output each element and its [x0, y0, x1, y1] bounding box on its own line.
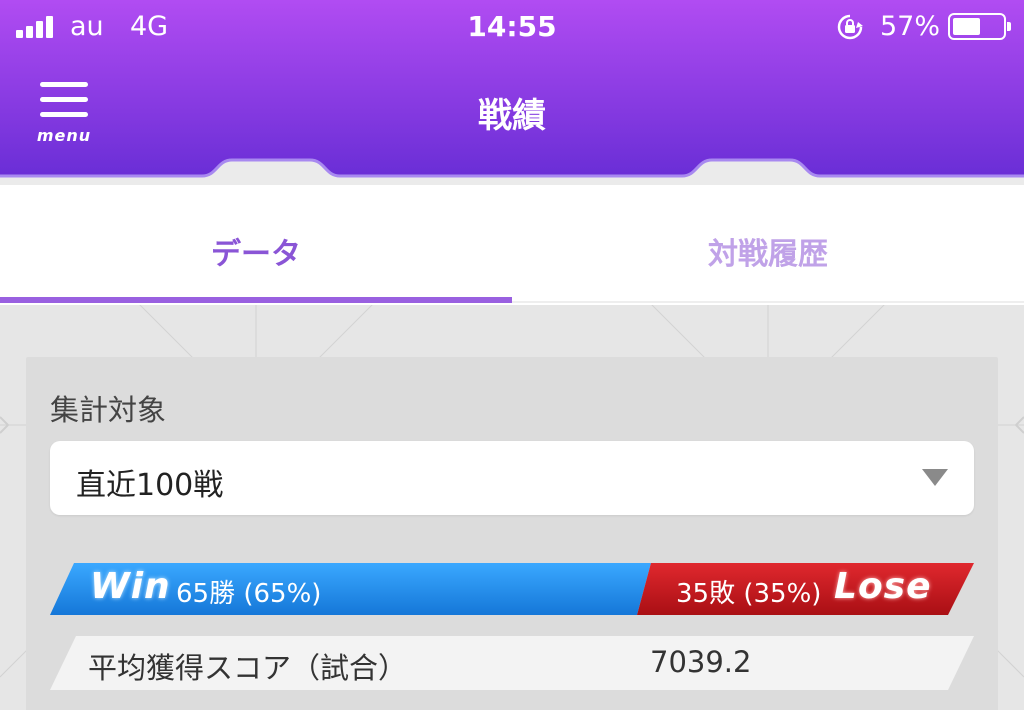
stats-card: 集計対象 直近100戦 Win 65勝 (65%) 35敗 (35%) Lose… — [26, 357, 998, 710]
tab-match-history[interactable]: 対戦履歴 — [512, 185, 1024, 305]
rotation-lock-icon — [837, 14, 863, 40]
stat-label: 平均獲得スコア（試合） — [88, 651, 408, 685]
tab-divider — [512, 301, 1024, 303]
win-count: 65勝 (65%) — [176, 579, 322, 609]
filter-selected-value: 直近100戦 — [76, 468, 224, 503]
app-header: au 4G 14:55 57% menu 戦績 — [0, 0, 1024, 185]
win-lose-bar: Win 65勝 (65%) 35敗 (35%) Lose — [50, 563, 974, 615]
stats-content: 集計対象 直近100戦 Win 65勝 (65%) 35敗 (35%) Lose… — [0, 305, 1024, 710]
battery-percent: 57% — [880, 11, 941, 42]
status-time: 14:55 — [467, 10, 557, 43]
filter-select[interactable]: 直近100戦 — [50, 441, 974, 515]
battery-icon — [948, 13, 1011, 40]
tab-data[interactable]: データ — [0, 185, 512, 305]
lose-count: 35敗 (35%) — [676, 579, 822, 609]
win-word: Win — [90, 566, 171, 607]
tab-bar: データ 対戦履歴 — [0, 185, 1024, 305]
dropdown-arrow-icon — [922, 469, 948, 486]
filter-label: 集計対象 — [50, 393, 167, 427]
status-bar: au 4G 14:55 57% — [0, 0, 1024, 54]
stat-row-average-score: 平均獲得スコア（試合） 7039.2 — [50, 636, 974, 690]
page-title: 戦績 — [478, 96, 546, 136]
lose-word: Lose — [834, 566, 932, 607]
stat-value: 7039.2 — [650, 645, 752, 679]
active-tab-indicator — [0, 297, 512, 303]
